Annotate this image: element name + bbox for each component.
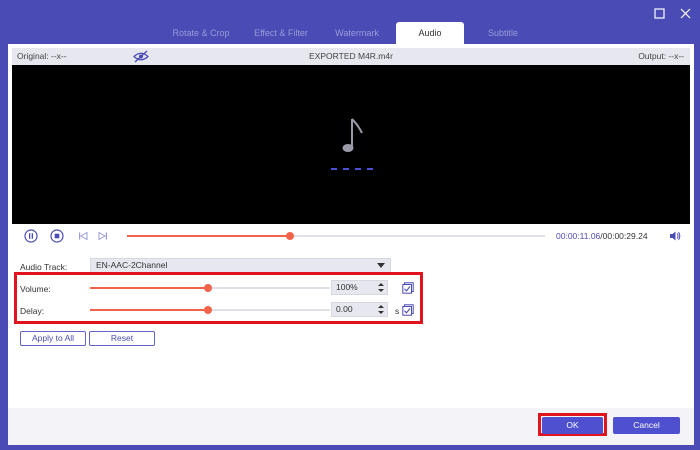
delay-slider[interactable] — [90, 306, 330, 314]
preview-header: Original: --x-- EXPORTED M4R.m4r Output:… — [12, 48, 690, 65]
music-note-icon — [342, 117, 366, 157]
timeline-progress — [127, 235, 291, 237]
delay-value: 0.00 — [336, 304, 353, 314]
tab-audio[interactable]: Audio — [396, 22, 464, 44]
volume-value: 100% — [336, 282, 358, 292]
playback-timeline[interactable] — [127, 232, 545, 240]
tab-bar: Rotate & Crop Effect & Filter Watermark … — [0, 22, 700, 44]
audio-panel: Original: --x-- EXPORTED M4R.m4r Output:… — [8, 44, 694, 408]
audio-wave-placeholder — [331, 168, 373, 170]
delay-label: Delay: — [20, 306, 45, 316]
timeline-handle[interactable] — [286, 232, 295, 240]
chevron-down-icon — [377, 263, 385, 268]
playback-controls: 00:00:11.06/00:00:29.24 — [12, 225, 690, 247]
tab-rotate-crop[interactable]: Rotate & Crop — [166, 22, 236, 44]
audio-track-label: Audio Track: — [20, 262, 68, 272]
dialog-footer: OK Cancel — [8, 408, 694, 445]
tab-effect-filter[interactable]: Effect & Filter — [246, 22, 316, 44]
volume-slider[interactable] — [90, 284, 330, 292]
delay-apply-all-icon[interactable] — [402, 304, 414, 316]
cancel-button[interactable]: Cancel — [613, 417, 680, 434]
volume-input[interactable]: 100% — [331, 280, 388, 295]
volume-apply-all-icon[interactable] — [402, 282, 414, 294]
apply-to-all-button[interactable]: Apply to All — [20, 331, 86, 346]
total-time: /00:00:29.24 — [600, 231, 648, 241]
close-icon[interactable] — [678, 6, 692, 20]
volume-fill — [90, 287, 208, 289]
volume-handle[interactable] — [203, 284, 212, 292]
file-name: EXPORTED M4R.m4r — [309, 51, 393, 61]
delay-down-arrow-icon[interactable] — [378, 311, 384, 314]
previous-frame-icon[interactable] — [76, 229, 90, 243]
delay-input[interactable]: 0.00 — [331, 302, 388, 317]
ok-button[interactable]: OK — [542, 417, 603, 434]
tab-subtitle[interactable]: Subtitle — [476, 22, 530, 44]
window-controls — [652, 6, 692, 20]
speaker-icon[interactable] — [669, 230, 681, 242]
delay-handle[interactable] — [203, 306, 212, 314]
volume-down-arrow-icon[interactable] — [378, 289, 384, 292]
volume-up-arrow-icon[interactable] — [378, 283, 384, 286]
next-frame-icon[interactable] — [96, 229, 110, 243]
stop-icon[interactable] — [50, 229, 64, 243]
audio-track-select[interactable]: EN-AAC-2Channel — [90, 258, 391, 273]
tab-watermark[interactable]: Watermark — [326, 22, 388, 44]
current-time: 00:00:11.06 — [556, 231, 601, 241]
delay-fill — [90, 309, 208, 311]
delay-unit: s — [395, 306, 400, 316]
time-readout: 00:00:11.06/00:00:29.24 — [556, 231, 648, 241]
maximize-icon[interactable] — [652, 6, 666, 20]
pause-icon[interactable] — [24, 229, 38, 243]
volume-label: Volume: — [20, 284, 51, 294]
output-size-label: Output: --x-- — [638, 51, 684, 61]
reset-button[interactable]: Reset — [89, 331, 155, 346]
delay-up-arrow-icon[interactable] — [378, 305, 384, 308]
video-preview — [12, 65, 690, 224]
audio-track-value: EN-AAC-2Channel — [96, 260, 168, 270]
